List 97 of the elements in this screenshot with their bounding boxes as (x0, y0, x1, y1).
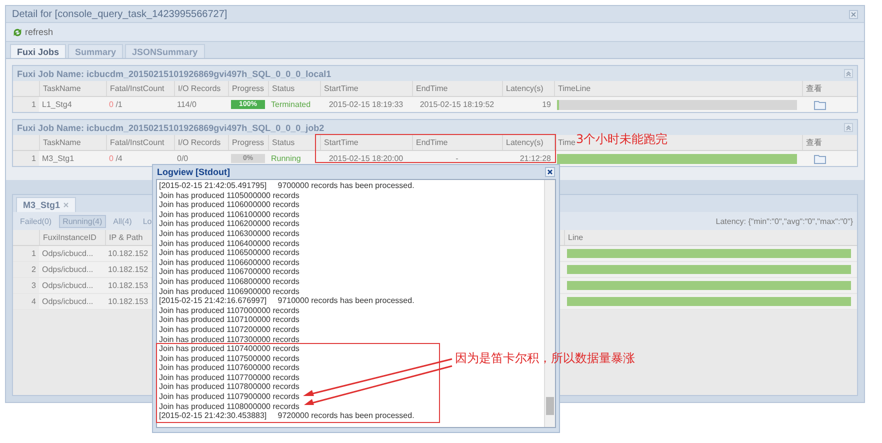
table-cell-text: 0/0 (176, 153, 190, 165)
column-header[interactable]: Progress (228, 135, 268, 150)
column-header[interactable]: 查看 (802, 135, 837, 150)
column-header[interactable]: Progress (228, 81, 268, 96)
log-line: [2015-02-15 21:42:30.453883] 9720000 records has been processed. (159, 411, 414, 421)
table-cell-text: L1_Stg4 (41, 99, 73, 111)
column-header[interactable]: FuxiInstanceID (39, 230, 105, 245)
column-header[interactable]: StartTime (320, 81, 412, 96)
table-cell-text: 19 (541, 99, 552, 111)
column-header[interactable]: I/O Records (174, 81, 228, 96)
table-cell-text: Odps/icbucd... (41, 248, 94, 260)
log-line: Join has produced 1107200000 records (159, 324, 300, 334)
log-line: Join has produced 1106600000 records (159, 258, 300, 268)
log-line: Join has produced 1105000000 records (159, 190, 300, 200)
table-cell-text: 2015-02-15 18:20:00 (328, 153, 404, 165)
table-cell-text: 10.182.153 (107, 280, 150, 292)
log-line: Join has produced 1107800000 records (159, 382, 300, 392)
row-number: 1 (13, 97, 39, 112)
table-cell-text: M3_Stg1 (41, 153, 76, 165)
column-header[interactable]: EndTime (412, 81, 502, 96)
log-line: Join has produced 1106000000 records (159, 200, 300, 210)
column-header[interactable]: Line (564, 230, 855, 245)
instance-count: /1 (116, 100, 122, 109)
fatal-count: 0 (109, 154, 114, 163)
log-line: Join has produced 1106900000 records (159, 286, 300, 296)
filter-button[interactable]: Lo (138, 214, 156, 228)
job-name: Fuxi Job Name: icbucdm_20150215101926869gvi497h_SQL_0_0_0_local1 (17, 68, 332, 78)
row-number: 2 (13, 262, 39, 277)
log-line: Join has produced 1106400000 records (159, 238, 300, 248)
column-header[interactable]: EndTime (412, 135, 502, 150)
column-header[interactable]: Latency(s) (502, 135, 554, 150)
column-header[interactable]: TaskName (39, 135, 106, 150)
column-header[interactable]: Status (268, 135, 320, 150)
log-line: Join has produced 1106700000 records (159, 267, 300, 277)
log-line: Join has produced 1107000000 records (159, 306, 300, 316)
column-header[interactable]: TaskName (39, 81, 106, 96)
table-cell-text: 10.182.153 (107, 296, 150, 308)
table-cell-text: 2015-02-15 18:19:52 (418, 99, 496, 111)
log-line: Join has produced 1107300000 records (159, 334, 300, 344)
log-line: Join has produced 1107100000 records (159, 315, 300, 325)
table-cell-text: Odps/icbucd... (41, 296, 94, 308)
latency-text: Latency: {"min":"0","avg":"0","max":"0"} (716, 216, 853, 226)
folder-icon[interactable] (814, 154, 826, 164)
table-cell-text: 2015-02-15 18:19:33 (328, 99, 404, 111)
row-number: 3 (13, 278, 39, 293)
log-line: Join has produced 1106200000 records (159, 219, 300, 229)
log-line: Join has produced 1106500000 records (159, 248, 300, 258)
tab[interactable]: Summary (68, 44, 124, 58)
table-cell-text: 10.182.152 (107, 248, 150, 260)
log-line: Join has produced 1107900000 records (159, 392, 300, 402)
collapse-icon[interactable] (844, 123, 853, 132)
filter-button[interactable]: All(4) (109, 214, 136, 228)
filter-button[interactable]: Running(4) (58, 214, 106, 228)
row-number: 4 (13, 294, 39, 309)
column-header[interactable]: Fatal/InstCount (106, 135, 174, 150)
status-text: Running (270, 153, 302, 165)
dialog-title: Logview [Stdout] (157, 167, 230, 177)
row-number: 1 (13, 246, 39, 261)
close-icon[interactable] (545, 167, 555, 177)
tab[interactable]: M3_Stg1 (16, 197, 76, 212)
refresh-icon (12, 26, 23, 38)
log-line: [2015-02-15 21:42:16.676997] 9710000 records has been processed. (159, 296, 414, 306)
instance-count: /4 (116, 154, 122, 163)
window-title: Detail for [console_query_task_1423995566727] (12, 8, 228, 20)
column-header[interactable]: Status (268, 81, 320, 96)
refresh-button[interactable]: refresh (10, 26, 56, 38)
log-line: Join has produced 1107700000 records (159, 372, 300, 382)
log-line: Join has produced 1106100000 records (159, 210, 300, 220)
column-header[interactable]: Fatal/InstCount (106, 81, 174, 96)
log-line: Join has produced 1107400000 records (159, 344, 300, 354)
status-text: Terminated (270, 99, 312, 111)
log-line: Join has produced 1106800000 records (159, 276, 300, 287)
column-header[interactable]: TimeLine (554, 81, 802, 96)
table-cell-text: 10.182.152 (107, 264, 150, 276)
collapse-icon[interactable] (844, 69, 853, 78)
table-cell-text: - (454, 153, 460, 165)
log-line: Join has produced 1108000000 records (159, 402, 300, 412)
table-cell-text: 21:12:28 (518, 153, 552, 165)
filter-button[interactable]: Failed(0) (16, 214, 56, 228)
log-line: Join has produced 1106300000 records (159, 228, 300, 239)
tab[interactable]: JSONSummary (125, 44, 205, 58)
row-number: 1 (13, 151, 39, 166)
column-header[interactable]: Latency(s) (502, 81, 554, 96)
annotation-text: 因为是笛卡尔积，所以数据量暴涨 (455, 350, 635, 367)
fatal-count: 0 (109, 100, 114, 109)
column-header[interactable]: I/O Records (174, 135, 228, 150)
log-line: Join has produced 1107500000 records (159, 354, 300, 364)
log-line: Join has produced 1107600000 records (159, 363, 300, 373)
log-line: [2015-02-15 21:42:05.491795] 9700000 records has been processed. (159, 181, 414, 191)
column-header[interactable]: 查看 (802, 81, 837, 96)
table-cell-text: Odps/icbucd... (41, 280, 94, 292)
table-cell-text: 114/0 (176, 99, 198, 111)
column-header[interactable]: StartTime (320, 135, 412, 150)
tab[interactable]: Fuxi Jobs (10, 44, 66, 58)
table-cell-text: Odps/icbucd... (41, 264, 94, 276)
folder-icon[interactable] (814, 100, 826, 110)
job-name: Fuxi Job Name: icbucdm_20150215101926869gvi497h_SQL_0_0_0_job2 (17, 122, 324, 132)
